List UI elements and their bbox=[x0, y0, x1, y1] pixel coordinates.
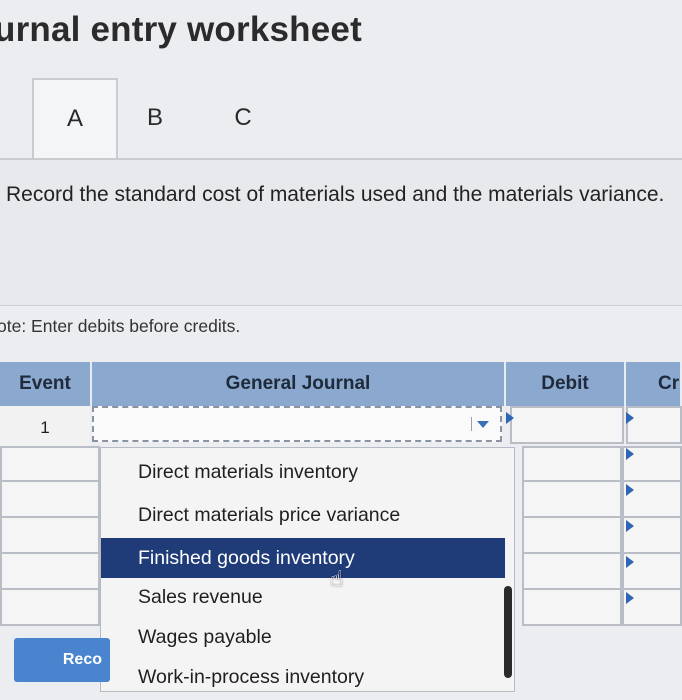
credit-input[interactable] bbox=[626, 406, 682, 444]
account-dropdown[interactable]: Direct materials inventory Direct materi… bbox=[100, 447, 515, 692]
header-credit: Cr bbox=[626, 362, 682, 406]
header-debit: Debit bbox=[506, 362, 626, 406]
caret-right-icon bbox=[506, 412, 514, 424]
event-cell bbox=[0, 480, 100, 518]
chevron-down-icon[interactable] bbox=[471, 417, 492, 431]
record-entry-button[interactable]: Reco bbox=[14, 638, 110, 682]
tab-bar: A B C bbox=[0, 78, 682, 160]
dropdown-scrollbar[interactable] bbox=[504, 586, 512, 678]
instruction-card: Record the standard cost of materials us… bbox=[0, 160, 682, 306]
debit-input[interactable] bbox=[522, 480, 622, 518]
page-title: urnal entry worksheet bbox=[0, 10, 362, 49]
header-event: Event bbox=[0, 362, 92, 406]
debit-input[interactable] bbox=[522, 552, 622, 590]
event-cell bbox=[0, 588, 100, 626]
dropdown-option[interactable]: Sales revenue bbox=[101, 577, 505, 617]
caret-right-icon bbox=[626, 592, 634, 604]
caret-right-icon bbox=[626, 412, 634, 424]
header-general-journal: General Journal bbox=[92, 362, 506, 406]
instruction-text: Record the standard cost of materials us… bbox=[6, 183, 665, 206]
journal-account-select[interactable] bbox=[92, 406, 502, 442]
debit-input[interactable] bbox=[510, 406, 624, 444]
event-cell bbox=[0, 446, 100, 484]
event-cell bbox=[0, 516, 100, 554]
hand-cursor-icon: ☝ bbox=[330, 566, 344, 591]
caret-right-icon bbox=[626, 448, 634, 460]
debit-input[interactable] bbox=[522, 516, 622, 554]
debit-input[interactable] bbox=[522, 446, 622, 484]
dropdown-option-highlighted[interactable]: Finished goods inventory bbox=[101, 538, 505, 578]
tab-a[interactable]: A bbox=[32, 78, 118, 158]
dropdown-option[interactable]: Direct materials inventory bbox=[101, 452, 505, 492]
debit-input[interactable] bbox=[522, 588, 622, 626]
tab-b[interactable]: B bbox=[112, 78, 198, 158]
dropdown-option[interactable]: Direct materials price variance bbox=[101, 495, 505, 535]
tab-c[interactable]: C bbox=[200, 78, 286, 158]
caret-right-icon bbox=[626, 484, 634, 496]
event-cell bbox=[0, 552, 100, 590]
note-text: ote: Enter debits before credits. bbox=[0, 316, 241, 336]
dropdown-option[interactable]: Wages payable bbox=[101, 617, 505, 657]
caret-right-icon bbox=[626, 520, 634, 532]
dropdown-option[interactable]: Work-in-process inventory bbox=[101, 657, 505, 691]
caret-right-icon bbox=[626, 556, 634, 568]
event-cell: 1 bbox=[0, 406, 90, 450]
